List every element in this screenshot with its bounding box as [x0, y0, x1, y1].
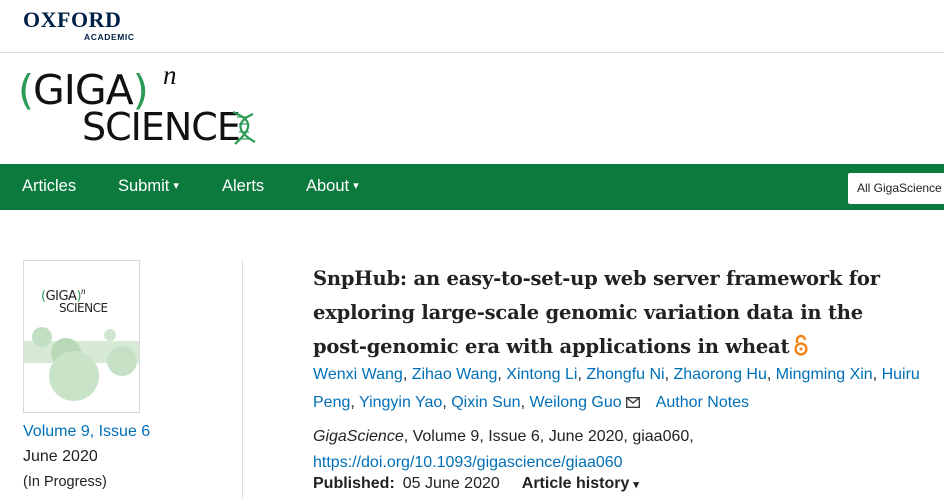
author-list: Wenxi Wang, Zihao Wang, Xintong Li, Zhon…	[313, 361, 933, 417]
author-link[interactable]: Weilong Guo	[529, 394, 621, 411]
citation-journal: GigaScience	[313, 428, 404, 445]
header-divider	[0, 52, 944, 53]
published-date: 05 June 2020	[402, 475, 500, 492]
author-separator: ,	[872, 366, 882, 383]
publisher-name: OXFORD	[23, 7, 122, 32]
author-link[interactable]: Zihao Wang	[412, 366, 498, 383]
author-link[interactable]: Mingming Xin	[776, 366, 873, 383]
envelope-icon[interactable]	[625, 397, 640, 408]
published-label: Published:	[313, 475, 395, 492]
nav-about-label: About	[306, 177, 350, 195]
volume-issue-link[interactable]: Volume 9, Issue 6	[23, 423, 150, 441]
author-link[interactable]: Zhongfu Ni	[586, 366, 664, 383]
author-link[interactable]: Yingyin Yao	[359, 394, 442, 411]
issue-status: (In Progress)	[23, 474, 107, 490]
column-divider	[242, 260, 243, 498]
cover-logo-science: SCIENCE	[59, 301, 108, 315]
publisher-sub: ACADEMIC	[84, 32, 135, 42]
nav-item-alerts[interactable]: Alerts	[222, 177, 264, 196]
nav-item-submit[interactable]: Submit ▾	[118, 177, 179, 196]
dna-helix-icon	[232, 110, 256, 145]
oxford-academic-logo[interactable]: OXFORD ACADEMIC	[23, 7, 143, 43]
logo-superscript-n: n	[163, 60, 177, 90]
author-separator: ,	[442, 394, 452, 411]
author-link[interactable]: Wenxi Wang	[313, 366, 403, 383]
nav-submit-label: Submit	[118, 177, 170, 195]
author-notes-link[interactable]: Author Notes	[656, 394, 749, 411]
author-link[interactable]: Xintong Li	[506, 366, 577, 383]
chevron-down-icon: ▾	[633, 479, 639, 491]
nav-item-articles[interactable]: Articles	[22, 177, 76, 196]
logo-science-word: SCIENCE	[82, 105, 241, 149]
issue-date: June 2020	[23, 448, 98, 465]
author-separator: ,	[350, 394, 359, 411]
open-access-icon	[794, 334, 808, 356]
search-scope-select[interactable]: All GigaScience	[848, 173, 944, 204]
article-title: SnpHub: an easy-to-set-up web server fra…	[313, 262, 913, 364]
issue-cover-image[interactable]: (GIGA)n SCIENCE	[23, 260, 140, 413]
chevron-down-icon: ▾	[173, 180, 179, 192]
published-row: Published: 05 June 2020 Article history ▾	[313, 475, 639, 493]
author-separator: ,	[577, 366, 587, 383]
author-separator: ,	[497, 366, 507, 383]
doi-link[interactable]: https://doi.org/10.1093/gigascience/giaa…	[313, 454, 623, 471]
cover-artwork	[24, 327, 139, 401]
cover-logo-sup: n	[81, 286, 86, 296]
gigascience-logo[interactable]: (GIGA) n SCIENCE	[18, 60, 298, 157]
article-history-toggle[interactable]: Article history ▾	[522, 475, 639, 492]
main-nav: Articles Submit ▾ Alerts About ▾ All GigaS…	[0, 164, 944, 210]
article-citation: GigaScience, Volume 9, Issue 6, June 202…	[313, 424, 943, 476]
logo-open-paren: (	[18, 66, 34, 114]
nav-articles-label: Articles	[22, 177, 77, 195]
citation-details: , Volume 9, Issue 6, June 2020, giaa060,	[403, 428, 694, 445]
author-separator: ,	[402, 366, 412, 383]
author-link[interactable]: Qixin Sun	[451, 394, 520, 411]
author-link[interactable]: Zhaorong Hu	[673, 366, 766, 383]
chevron-down-icon: ▾	[353, 180, 359, 192]
nav-alerts-label: Alerts	[222, 177, 265, 195]
article-history-label: Article history	[521, 475, 630, 492]
author-separator: ,	[766, 366, 776, 383]
nav-item-about[interactable]: About ▾	[306, 177, 359, 196]
